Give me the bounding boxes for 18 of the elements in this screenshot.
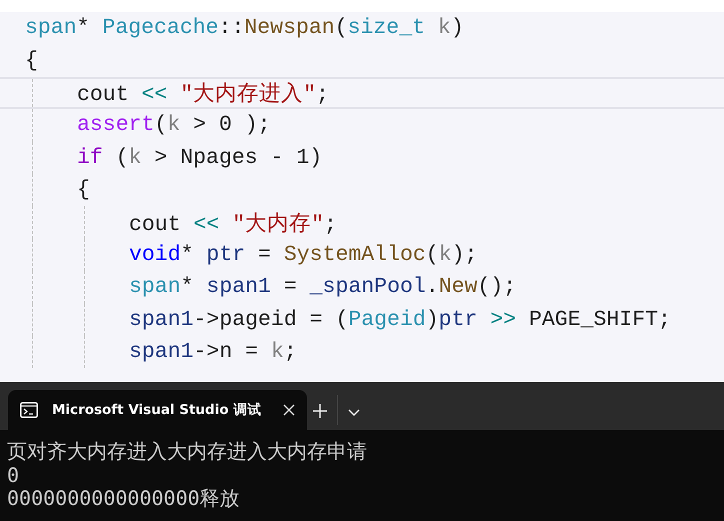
code-line: void* ptr = SystemAlloc(k); [0,238,724,272]
code-line: cout << "大内存进入"; [0,76,724,110]
plus-icon[interactable] [313,404,327,418]
code-line: assert(k > 0 ); [0,109,724,142]
code-line: span* span1 = _spanPool.New(); [0,271,724,304]
code-line: cout << "大内存"; [0,206,724,239]
code-line: span* Pagecache::Newspan(size_t k) [24,15,465,42]
code-line: span1->n = k; [0,336,724,368]
code-line: { [24,48,39,75]
code-line: span1->pageid = (Pageid)ptr >> PAGE_SHIFT; [0,304,724,336]
terminal-tab[interactable]: Microsoft Visual Studio 调试 [8,390,307,430]
console-output-line: 页对齐大内存进入大内存进入大内存申请 [7,440,368,464]
code-line: { [0,174,724,206]
console-output-line: 0000000000000000释放 [7,487,241,510]
console-output-line: 0 [7,464,20,487]
code-line: if (k > Npages - 1) [0,142,724,174]
close-icon[interactable] [283,404,295,416]
console-icon [20,402,38,418]
